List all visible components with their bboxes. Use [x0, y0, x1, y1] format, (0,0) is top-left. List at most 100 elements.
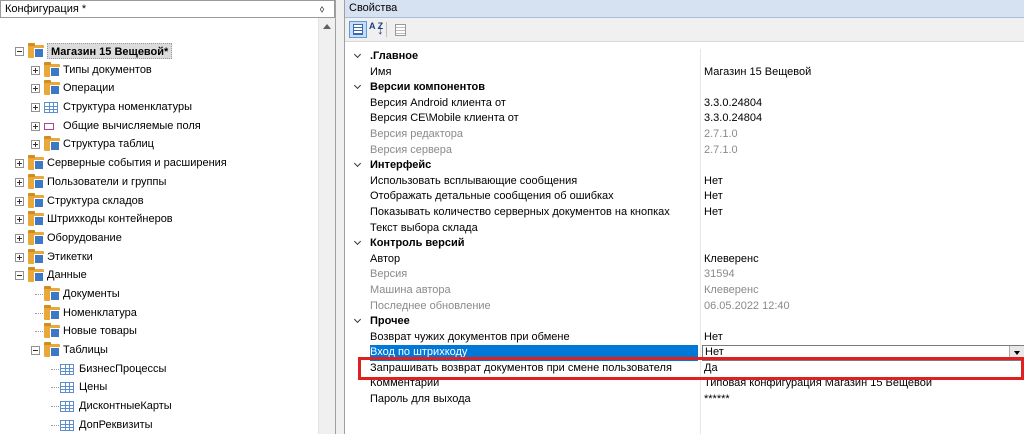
- chevron-down-icon[interactable]: [354, 52, 362, 60]
- chevron-down-icon[interactable]: [354, 83, 362, 91]
- table-icon: [60, 363, 74, 375]
- tree-node[interactable]: Пользователи и группы: [0, 173, 318, 192]
- property-row[interactable]: Комментарий Типовая конфигурация Магазин …: [345, 376, 1024, 392]
- expand-icon[interactable]: [15, 196, 24, 206]
- property-row[interactable]: Использовать всплывающие сообщения Нет: [345, 174, 1024, 190]
- property-category[interactable]: Контроль версий: [345, 236, 1024, 252]
- property-category[interactable]: Прочее: [345, 314, 1024, 330]
- property-row[interactable]: Версия Android клиента от 3.3.0.24804: [345, 96, 1024, 112]
- tree-node-label: Данные: [47, 269, 87, 282]
- tree-node[interactable]: Данные: [0, 266, 318, 285]
- property-value[interactable]: 2.7.1.0: [704, 143, 1022, 159]
- tree-node[interactable]: Документы: [0, 285, 318, 304]
- property-row[interactable]: Показывать количество серверных документ…: [345, 205, 1024, 221]
- property-value-dropdown[interactable]: Нет: [702, 345, 1024, 361]
- property-value[interactable]: Клеверенс: [704, 283, 1022, 299]
- tree-node[interactable]: Типы документов: [0, 61, 318, 80]
- property-value[interactable]: Нет: [704, 205, 1022, 221]
- chevron-down-icon[interactable]: [354, 317, 362, 325]
- folder-icon: [44, 285, 60, 301]
- property-row[interactable]: Текст выбора склада: [345, 221, 1024, 237]
- expand-icon[interactable]: [15, 215, 24, 225]
- property-row[interactable]: Отображать детальные сообщения об ошибка…: [345, 189, 1024, 205]
- property-pages-button[interactable]: [391, 21, 409, 38]
- collapse-icon[interactable]: [15, 271, 24, 281]
- property-value[interactable]: Магазин 15 Вещевой: [704, 65, 1022, 81]
- property-category[interactable]: .Главное: [345, 49, 1024, 65]
- property-value[interactable]: 3.3.0.24804: [704, 96, 1022, 112]
- property-value[interactable]: Да: [704, 361, 1022, 377]
- property-row[interactable]: Возврат чужих документов при обмене Нет: [345, 330, 1024, 346]
- tree-node[interactable]: Номенклатура: [0, 304, 318, 323]
- property-row[interactable]: Версия редактора 2.7.1.0: [345, 127, 1024, 143]
- property-row[interactable]: Пароль для выхода ******: [345, 392, 1024, 408]
- property-row[interactable]: Версия сервера 2.7.1.0: [345, 143, 1024, 159]
- scroll-up-icon[interactable]: [323, 24, 331, 29]
- tree-node-label: Документы: [63, 287, 120, 300]
- tree-node[interactable]: Серверные события и расширения: [0, 154, 318, 173]
- tree-node[interactable]: Цены: [0, 378, 318, 397]
- tree-node[interactable]: Таблицы: [0, 341, 318, 360]
- expand-icon[interactable]: [15, 233, 24, 243]
- categorized-icon: [353, 24, 363, 35]
- categorized-view-button[interactable]: [349, 21, 367, 38]
- property-category[interactable]: Версии компонентов: [345, 80, 1024, 96]
- tree-node[interactable]: Структура номенклатуры: [0, 98, 318, 117]
- expand-icon[interactable]: [31, 121, 40, 131]
- tree-node-label: Магазин 15 Вещевой*: [47, 43, 173, 59]
- expand-icon[interactable]: [15, 252, 24, 262]
- property-value[interactable]: 31594: [704, 267, 1022, 283]
- tree-node[interactable]: Штрихкоды контейнеров: [0, 210, 318, 229]
- tree-scrollbar[interactable]: [318, 18, 335, 434]
- property-value-text: ******: [704, 393, 730, 406]
- property-row[interactable]: Автор Клеверенс: [345, 252, 1024, 268]
- tree-node[interactable]: ДопРеквизиты: [0, 416, 318, 434]
- expand-icon[interactable]: [15, 159, 24, 169]
- configuration-panel-title: Конфигурация *: [5, 3, 87, 15]
- property-value[interactable]: Типовая конфигурация Магазин 15 Вещевой: [704, 376, 1022, 392]
- tree-node[interactable]: Новые товары: [0, 322, 318, 341]
- property-row[interactable]: Версия 31594: [345, 267, 1024, 283]
- tree-node[interactable]: Структура складов: [0, 192, 318, 211]
- property-row[interactable]: Машина автора Клеверенс: [345, 283, 1024, 299]
- property-value[interactable]: Нет: [704, 330, 1022, 346]
- tree-node[interactable]: Этикетки: [0, 248, 318, 267]
- expand-icon[interactable]: [31, 140, 40, 150]
- property-name: Последнее обновление: [370, 299, 491, 312]
- tree-node[interactable]: БизнесПроцессы: [0, 360, 318, 379]
- property-value-text: Типовая конфигурация Магазин 15 Вещевой: [704, 377, 932, 390]
- property-value[interactable]: Нет: [704, 174, 1022, 190]
- chevron-down-icon[interactable]: [354, 161, 362, 169]
- property-value[interactable]: 06.05.2022 12:40: [704, 299, 1022, 315]
- property-value[interactable]: ******: [704, 392, 1022, 408]
- collapse-icon[interactable]: [31, 346, 40, 355]
- tree-node[interactable]: Магазин 15 Вещевой*: [0, 42, 318, 61]
- property-value[interactable]: 2.7.1.0: [704, 127, 1022, 143]
- alphabetical-sort-button[interactable]: A Z ↓: [367, 21, 385, 38]
- property-row[interactable]: Запрашивать возврат документов при смене…: [345, 361, 1024, 377]
- property-category[interactable]: Интерфейс: [345, 158, 1024, 174]
- expand-icon[interactable]: [15, 177, 24, 187]
- tree-node[interactable]: Структура таблиц: [0, 135, 318, 154]
- property-value[interactable]: 3.3.0.24804: [704, 111, 1022, 127]
- property-row[interactable]: Версия CE\Mobile клиента от 3.3.0.24804: [345, 111, 1024, 127]
- property-value-text: Магазин 15 Вещевой: [704, 65, 812, 78]
- expand-icon[interactable]: [31, 65, 40, 75]
- collapse-icon[interactable]: [15, 47, 24, 56]
- property-value-text: Клеверенс: [704, 283, 759, 296]
- pin-icon[interactable]: ⬨: [316, 1, 328, 18]
- dropdown-arrow-icon[interactable]: [1009, 346, 1024, 360]
- expand-icon[interactable]: [31, 84, 40, 94]
- expand-icon[interactable]: [31, 103, 40, 113]
- property-name: Отображать детальные сообщения об ошибка…: [370, 190, 614, 203]
- tree-node[interactable]: ДисконтныеКарты: [0, 397, 318, 416]
- property-value[interactable]: Клеверенс: [704, 252, 1022, 268]
- property-value[interactable]: Нет: [704, 189, 1022, 205]
- property-row[interactable]: Последнее обновление 06.05.2022 12:40: [345, 299, 1024, 315]
- tree-node[interactable]: Оборудование: [0, 229, 318, 248]
- property-row[interactable]: Имя Магазин 15 Вещевой: [345, 65, 1024, 81]
- chevron-down-icon[interactable]: [354, 239, 362, 247]
- tree-node[interactable]: Операции: [0, 79, 318, 98]
- property-row[interactable]: Вход по штрихкоду Нет: [345, 345, 1024, 361]
- tree-node[interactable]: Общие вычисляемые поля: [0, 117, 318, 136]
